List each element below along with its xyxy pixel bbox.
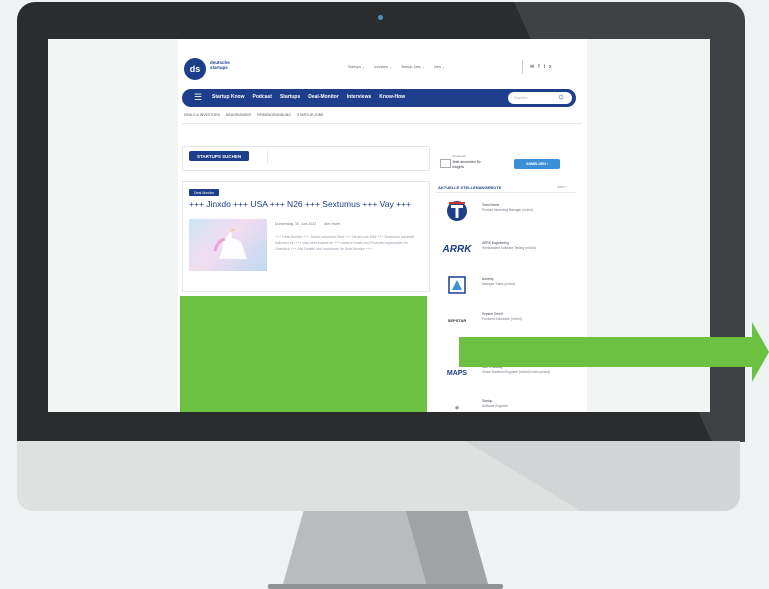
maps-logo-text: MAPS: [446, 369, 468, 377]
arrk-logo-text: ARRK: [442, 243, 472, 255]
subnav-deals[interactable]: DEALS & INVESTORS: [184, 113, 220, 117]
jobs-header: AKTUELLE STELLENANGEBOTE: [438, 185, 502, 190]
job-text: Adverity Manager Sales (m/w/d): [482, 277, 568, 286]
main-nav-items: Startup Know Podcast Startups Deal-Monit…: [212, 94, 405, 100]
hamburger-menu-icon[interactable]: ☰: [194, 93, 202, 102]
highlight-block: [180, 296, 427, 412]
article-date: Donnerstag, 30. Juni 2022: [275, 222, 317, 226]
article-card[interactable]: Deal-Monitor +++ Jinxdo +++ USA +++ N26 …: [182, 181, 430, 292]
job-item[interactable]: ARRK ARRK Engineering Werkstudent Softwa…: [436, 233, 576, 267]
adverity-logo-shape: [448, 276, 466, 294]
category-badge[interactable]: Deal-Monitor: [189, 189, 220, 196]
startup-search-box: STARTUPS SUCHEN: [182, 146, 430, 171]
stand-base: [268, 584, 503, 589]
newsletter-label: Jetzt anmelden für Insights: [452, 160, 481, 169]
social-links: ✉ f t x: [530, 64, 551, 70]
article-author[interactable]: Alex Hofer: [324, 222, 340, 226]
newsletter-small-label: Newsletter: [452, 154, 467, 158]
arrow-shaft: [459, 337, 757, 367]
subnav-divider: [182, 123, 582, 124]
newsletter-icon: [440, 159, 451, 168]
camera-icon: [378, 15, 383, 20]
top-link-jobs[interactable]: Jobs ⌄: [434, 65, 445, 69]
job-text: Sepstar GmbH Frontend Entwickler (m/w/d): [482, 312, 568, 321]
job-title: Senior Backend Engineer (m/w/d) Kotlin (…: [482, 369, 551, 374]
nav-item-startups[interactable]: Startups: [280, 94, 300, 100]
job-item[interactable]: TeamViewer Product Marketing Manager (m/…: [436, 195, 576, 229]
top-link-startups[interactable]: Startups ⌄: [348, 65, 365, 69]
site-logo-text[interactable]: deutsche startups: [210, 60, 250, 70]
arrow-head-icon: [752, 322, 769, 382]
nav-item-podcast[interactable]: Podcast: [253, 94, 272, 100]
article-title[interactable]: +++ Jinxdo +++ USA +++ N26 +++ Sextumus …: [189, 199, 411, 209]
subnav-firmengruendung[interactable]: FIRMENGRÜNDUNG: [257, 113, 291, 117]
arrk-logo-icon: ARRK: [440, 237, 474, 261]
search-placeholder: Suchen: [514, 95, 528, 100]
job-text: TeamViewer Product Marketing Manager (m/…: [482, 203, 568, 212]
article-excerpt: +++ Deal-Monitor +++ Jinxdo bekommt Geld…: [275, 235, 415, 251]
top-link-investors[interactable]: Investors ⌄: [374, 65, 392, 69]
mail-icon[interactable]: ✉: [530, 64, 534, 70]
adverity-logo-icon: [440, 273, 474, 297]
nav-item-startup-know[interactable]: Startup Know: [212, 94, 245, 100]
twitter-icon[interactable]: t: [544, 64, 545, 70]
job-title: Software Engineer: [482, 403, 509, 408]
company-logo-glyph: ●: [454, 402, 460, 412]
startup-search-field[interactable]: [267, 151, 424, 163]
site-logo-icon[interactable]: ds: [184, 58, 206, 80]
job-text: ARRK Engineering Werkstudent Software Te…: [482, 241, 568, 250]
top-links: Startups ⌄ Investors ⌄ Startup Jobs ⌄ Jo…: [348, 65, 445, 69]
search-input[interactable]: Suchen ○: [508, 92, 572, 104]
newsletter-button[interactable]: ANMELDEN ›: [514, 159, 560, 169]
job-title: Product Marketing Manager (m/w/d): [482, 207, 533, 212]
job-text: Startup Software Engineer: [482, 399, 568, 408]
job-title: Manager Sales (m/w/d): [482, 281, 515, 286]
facebook-icon[interactable]: f: [538, 64, 539, 70]
sub-navigation: DEALS & INVESTORS NEUGRÜNDER FIRMENGRÜND…: [184, 113, 323, 117]
job-item[interactable]: SEPSTAR Sepstar GmbH Frontend Entwickler…: [436, 304, 576, 338]
unicorn-image: [213, 229, 247, 259]
logo-line-2: startups: [210, 65, 228, 70]
sepstar-logo-icon: SEPSTAR: [440, 308, 474, 332]
startup-search-button[interactable]: STARTUPS SUCHEN: [189, 151, 250, 161]
job-item[interactable]: Adverity Manager Sales (m/w/d): [436, 269, 576, 303]
top-link-startup-jobs[interactable]: Startup Jobs ⌄: [401, 65, 425, 69]
company-logo-icon: ●: [440, 395, 474, 412]
xing-icon[interactable]: x: [549, 64, 552, 70]
job-item[interactable]: ● Startup Software Engineer: [436, 391, 576, 412]
teamviewer-logo-shape: [447, 201, 467, 221]
jobs-more-link[interactable]: mehr ›: [557, 185, 567, 189]
subnav-neugruender[interactable]: NEUGRÜNDER: [226, 113, 251, 117]
teamviewer-logo-icon: [440, 199, 474, 223]
nav-item-deal-monitor[interactable]: Deal-Monitor: [308, 94, 339, 100]
search-icon[interactable]: ○: [558, 92, 564, 103]
job-title: Frontend Entwickler (m/w/d): [482, 316, 522, 321]
nav-item-know-how[interactable]: Know-How: [379, 94, 405, 100]
main-navigation: ☰ Startup Know Podcast Startups Deal-Mon…: [182, 89, 576, 107]
sepstar-logo-text: SEPSTAR: [447, 317, 467, 323]
nav-item-interviews[interactable]: Interviews: [347, 94, 371, 100]
newsletter-widget: Newsletter Jetzt anmelden für Insights A…: [436, 151, 576, 179]
header-divider: [522, 60, 523, 74]
article-image[interactable]: [189, 219, 267, 271]
article-meta: Donnerstag, 30. Juni 2022 Alex Hofer: [275, 222, 340, 226]
jobs-divider: [436, 192, 576, 193]
subnav-startup-jobs[interactable]: STARTUP-JOBS: [297, 113, 323, 117]
job-title: Werkstudent Software Testing (m/w/d): [482, 245, 536, 250]
